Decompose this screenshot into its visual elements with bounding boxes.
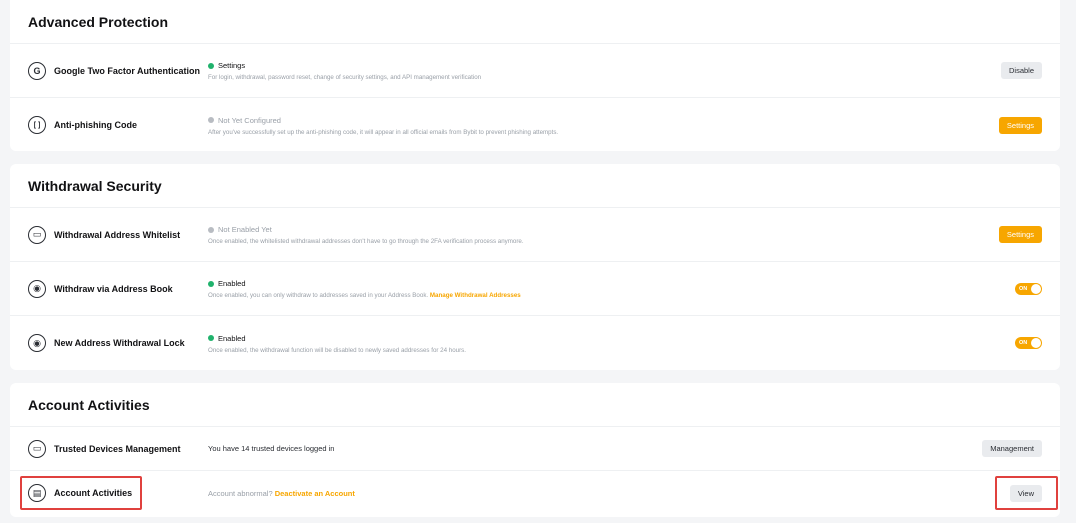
address-whitelist-settings-button[interactable]: Settings [998, 226, 1042, 243]
google-2fa-status: Settings [208, 60, 950, 71]
google-authenticator-icon: G [28, 61, 46, 80]
anti-phishing-row: [ ] Anti-phishing Code Not Yet Configure… [10, 98, 1060, 152]
withdrawal-lock-toggle[interactable]: ON [1015, 337, 1042, 349]
anti-phishing-description: After you've successfully set up the ant… [208, 128, 559, 136]
withdrawal-lock-row: ◉ New Address Withdrawal Lock Enabled On… [10, 316, 1060, 370]
address-book-row: ◉ Withdraw via Address Book Enabled Once… [10, 262, 1060, 316]
anti-phishing-label: Anti-phishing Code [54, 120, 137, 130]
google-2fa-label: Google Two Factor Authentication [54, 65, 200, 76]
trusted-devices-row: ▭ Trusted Devices Management You have 14… [10, 427, 1060, 471]
address-book-status: Enabled [208, 278, 950, 289]
account-abnormal-text: Account abnormal? Deactivate an Account [208, 489, 950, 498]
address-whitelist-content: Not Enabled Yet Once enabled, the whitel… [208, 224, 950, 245]
address-whitelist-description: Once enabled, the whitelisted withdrawal… [208, 238, 524, 245]
toggle-knob [1031, 338, 1041, 348]
location-pin-icon: ◉ [28, 279, 46, 298]
anti-phishing-settings-button[interactable]: Settings [998, 116, 1042, 134]
manage-withdrawal-addresses-link[interactable]: Manage Withdrawal Addresses [430, 292, 521, 299]
status-dot-icon [208, 226, 214, 233]
status-dot-icon [208, 62, 214, 69]
google-2fa-row: G Google Two Factor Authentication Setti… [10, 44, 1060, 98]
address-book-description-text: Once enabled, you can only withdraw to a… [208, 292, 429, 299]
google-2fa-status-text: Settings [218, 61, 246, 70]
toggle-knob [1031, 283, 1041, 294]
google-2fa-description: For login, withdrawal, password reset, c… [208, 74, 482, 81]
section-title-withdrawal-security: Withdrawal Security [10, 164, 1060, 208]
trusted-devices-text: You have 14 trusted devices logged in [208, 444, 335, 453]
status-dot-icon [208, 280, 214, 287]
withdrawal-lock-label: New Address Withdrawal Lock [54, 338, 185, 348]
withdrawal-security-card: Withdrawal Security ▭ Withdrawal Address… [10, 164, 1060, 370]
withdrawal-lock-status-text: Enabled [218, 333, 246, 343]
google-2fa-content: Settings For login, withdrawal, password… [208, 60, 950, 81]
anti-phishing-content: Not Yet Configured After you've successf… [208, 115, 950, 136]
disable-google-2fa-button[interactable]: Disable [1000, 62, 1042, 79]
wallet-icon: ▭ [28, 225, 46, 244]
anti-phishing-status: Not Yet Configured [208, 115, 950, 126]
status-dot-icon [208, 335, 214, 341]
withdrawal-lock-status: Enabled [208, 333, 950, 344]
address-whitelist-label: Withdrawal Address Whitelist [54, 229, 181, 240]
deactivate-account-link[interactable]: Deactivate an Account [275, 489, 355, 498]
address-book-content: Enabled Once enabled, you can only withd… [208, 278, 950, 299]
account-activities-card: Account Activities ▭ Trusted Devices Man… [10, 383, 1060, 517]
withdrawal-lock-description: Once enabled, the withdrawal function wi… [208, 346, 466, 354]
address-whitelist-row: ▭ Withdrawal Address Whitelist Not Enabl… [10, 208, 1060, 262]
trusted-devices-content: You have 14 trusted devices logged in [208, 444, 950, 453]
account-activities-label: Account Activities [54, 488, 133, 498]
status-dot-icon [208, 117, 214, 123]
address-book-toggle[interactable]: ON [1015, 282, 1042, 295]
section-title-advanced-protection: Advanced Protection [10, 0, 1060, 44]
advanced-protection-card: Advanced Protection G Google Two Factor … [10, 0, 1060, 151]
location-pin-icon: ◉ [28, 334, 46, 352]
account-activities-content: Account abnormal? Deactivate an Account [208, 489, 950, 498]
account-activities-row: ▤ Account Activities Account abnormal? D… [10, 471, 1060, 515]
trusted-devices-label: Trusted Devices Management [54, 443, 181, 454]
view-button[interactable]: View [1009, 484, 1042, 502]
section-title-account-activities: Account Activities [10, 383, 1060, 427]
document-icon: ▤ [28, 484, 46, 502]
toggle-on-label: ON [1019, 285, 1028, 292]
address-whitelist-status: Not Enabled Yet [208, 224, 950, 235]
toggle-on-label: ON [1019, 340, 1028, 346]
anti-phishing-status-text: Not Yet Configured [218, 115, 281, 125]
account-abnormal-question: Account abnormal? [208, 488, 273, 498]
monitor-icon: ▭ [28, 439, 46, 458]
address-whitelist-status-text: Not Enabled Yet [218, 225, 272, 234]
address-book-label: Withdraw via Address Book [54, 283, 173, 294]
address-book-description: Once enabled, you can only withdraw to a… [208, 292, 950, 299]
anti-phishing-icon: [ ] [28, 116, 46, 134]
address-book-status-text: Enabled [218, 279, 246, 288]
management-button[interactable]: Management [982, 440, 1042, 457]
withdrawal-lock-content: Enabled Once enabled, the withdrawal fun… [208, 333, 950, 354]
